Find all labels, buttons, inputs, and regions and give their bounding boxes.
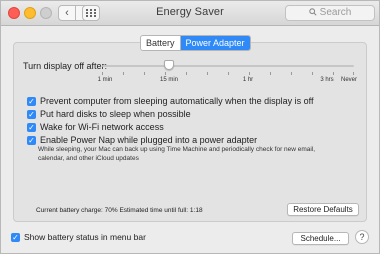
checkmark-icon[interactable]: ✓ xyxy=(27,96,36,106)
option-wake-wifi[interactable]: ✓ Wake for Wi-Fi network access xyxy=(27,122,164,132)
search-icon xyxy=(308,8,317,16)
tick-3-hrs: 3 hrs xyxy=(320,77,334,83)
window-title: Energy Saver xyxy=(156,6,224,18)
chevron-left-icon: ‹ xyxy=(65,7,69,19)
minimize-icon[interactable] xyxy=(24,7,36,19)
tab-bar: Battery Power Adapter xyxy=(140,35,251,51)
slider-knob[interactable] xyxy=(164,60,174,70)
help-button[interactable]: ? xyxy=(355,230,369,244)
option-power-nap[interactable]: ✓ Enable Power Nap while plugged into a … xyxy=(27,135,257,145)
close-icon[interactable] xyxy=(8,7,20,19)
title-bar: ‹ › Energy Saver Search xyxy=(1,1,379,26)
option-hard-disks-sleep[interactable]: ✓ Put hard disks to sleep when possible xyxy=(27,109,191,119)
back-button[interactable]: ‹ xyxy=(58,5,76,21)
checkmark-icon[interactable]: ✓ xyxy=(27,135,36,145)
checkmark-icon[interactable]: ✓ xyxy=(27,109,36,119)
tick-1-min: 1 min xyxy=(97,77,113,83)
tab-battery[interactable]: Battery xyxy=(141,36,180,50)
display-sleep-slider[interactable] xyxy=(102,65,354,67)
tick-15-min: 15 min xyxy=(159,77,179,83)
tab-power-adapter[interactable]: Power Adapter xyxy=(179,36,250,50)
battery-status: Current battery charge: 70% Estimated ti… xyxy=(36,207,203,214)
checkmark-icon[interactable]: ✓ xyxy=(27,122,36,132)
tick-1-hr: 1 hr xyxy=(242,77,254,83)
option-label: Prevent computer from sleeping automatic… xyxy=(40,96,314,106)
option-label: Enable Power Nap while plugged into a po… xyxy=(40,135,258,145)
zoom-icon[interactable] xyxy=(40,7,52,19)
search-field[interactable]: Search xyxy=(285,5,375,21)
power-nap-description: While sleeping, your Mac can back up usi… xyxy=(38,146,316,162)
display-sleep-label: Turn display off after: xyxy=(23,61,108,71)
checkmark-icon[interactable]: ✓ xyxy=(11,232,20,242)
restore-defaults-button[interactable]: Restore Defaults xyxy=(287,203,359,216)
tick-never: Never xyxy=(340,77,358,83)
option-prevent-sleep[interactable]: ✓ Prevent computer from sleeping automat… xyxy=(27,96,313,106)
show-battery-label: Show battery status in menu bar xyxy=(24,232,146,242)
slider-ticks xyxy=(102,72,354,75)
option-label: Put hard disks to sleep when possible xyxy=(40,109,191,119)
search-placeholder: Search xyxy=(319,7,352,18)
energy-saver-window: ‹ › Energy Saver Search Battery Power Ad… xyxy=(0,0,380,254)
show-all-button[interactable] xyxy=(82,5,100,21)
option-label: Wake for Wi-Fi network access xyxy=(40,122,164,132)
grid-icon xyxy=(86,9,96,17)
schedule-button[interactable]: Schedule... xyxy=(292,232,349,245)
show-battery-status-option[interactable]: ✓ Show battery status in menu bar xyxy=(11,232,146,242)
